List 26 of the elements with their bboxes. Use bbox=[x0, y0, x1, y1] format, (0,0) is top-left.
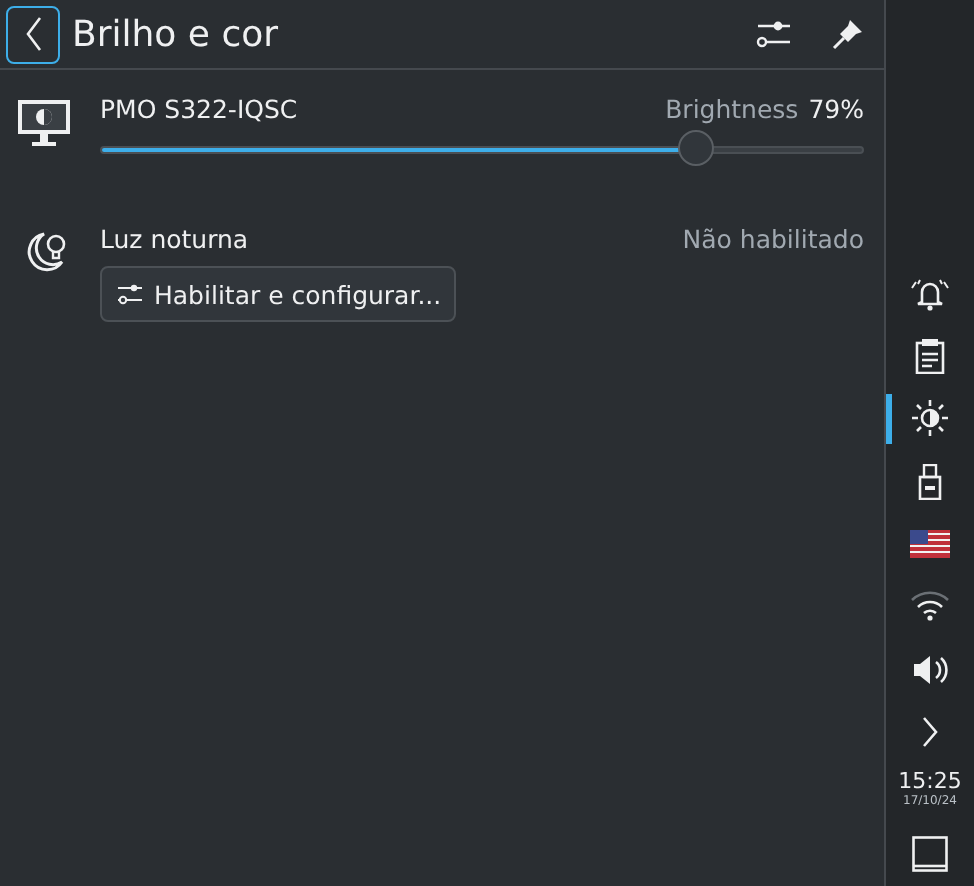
display-name: PMO S322-IQSC bbox=[100, 94, 300, 124]
brightness-icon bbox=[912, 400, 948, 437]
chevron-icon bbox=[920, 715, 940, 748]
night-light-title: Luz noturna bbox=[100, 224, 251, 254]
bell-icon bbox=[910, 275, 950, 312]
monitor-icon bbox=[16, 98, 72, 150]
clipboard-icon bbox=[914, 337, 946, 374]
enable-configure-button[interactable]: Habilitar e configurar... bbox=[100, 266, 456, 322]
speaker-icon bbox=[912, 653, 948, 686]
wifi-icon bbox=[910, 590, 950, 623]
pin-icon bbox=[832, 18, 864, 50]
back-button[interactable] bbox=[6, 5, 60, 63]
desktop-icon bbox=[912, 836, 948, 873]
sliders-icon bbox=[118, 282, 142, 306]
panel-title: Brilho e cor bbox=[72, 13, 278, 55]
brightness-label: Brightness bbox=[665, 94, 799, 124]
flag-icon bbox=[910, 529, 950, 558]
back-icon bbox=[23, 16, 43, 52]
usb-drive-icon bbox=[918, 463, 942, 500]
moon-bulb-icon bbox=[22, 228, 70, 276]
night-light-status: Não habilitado bbox=[682, 224, 864, 254]
brightness-slider[interactable] bbox=[100, 128, 864, 172]
clock-time: 15:25 bbox=[898, 767, 962, 794]
sliders-icon bbox=[756, 18, 792, 50]
slider-handle[interactable] bbox=[677, 130, 714, 166]
brightness-value: 79% bbox=[808, 94, 864, 124]
